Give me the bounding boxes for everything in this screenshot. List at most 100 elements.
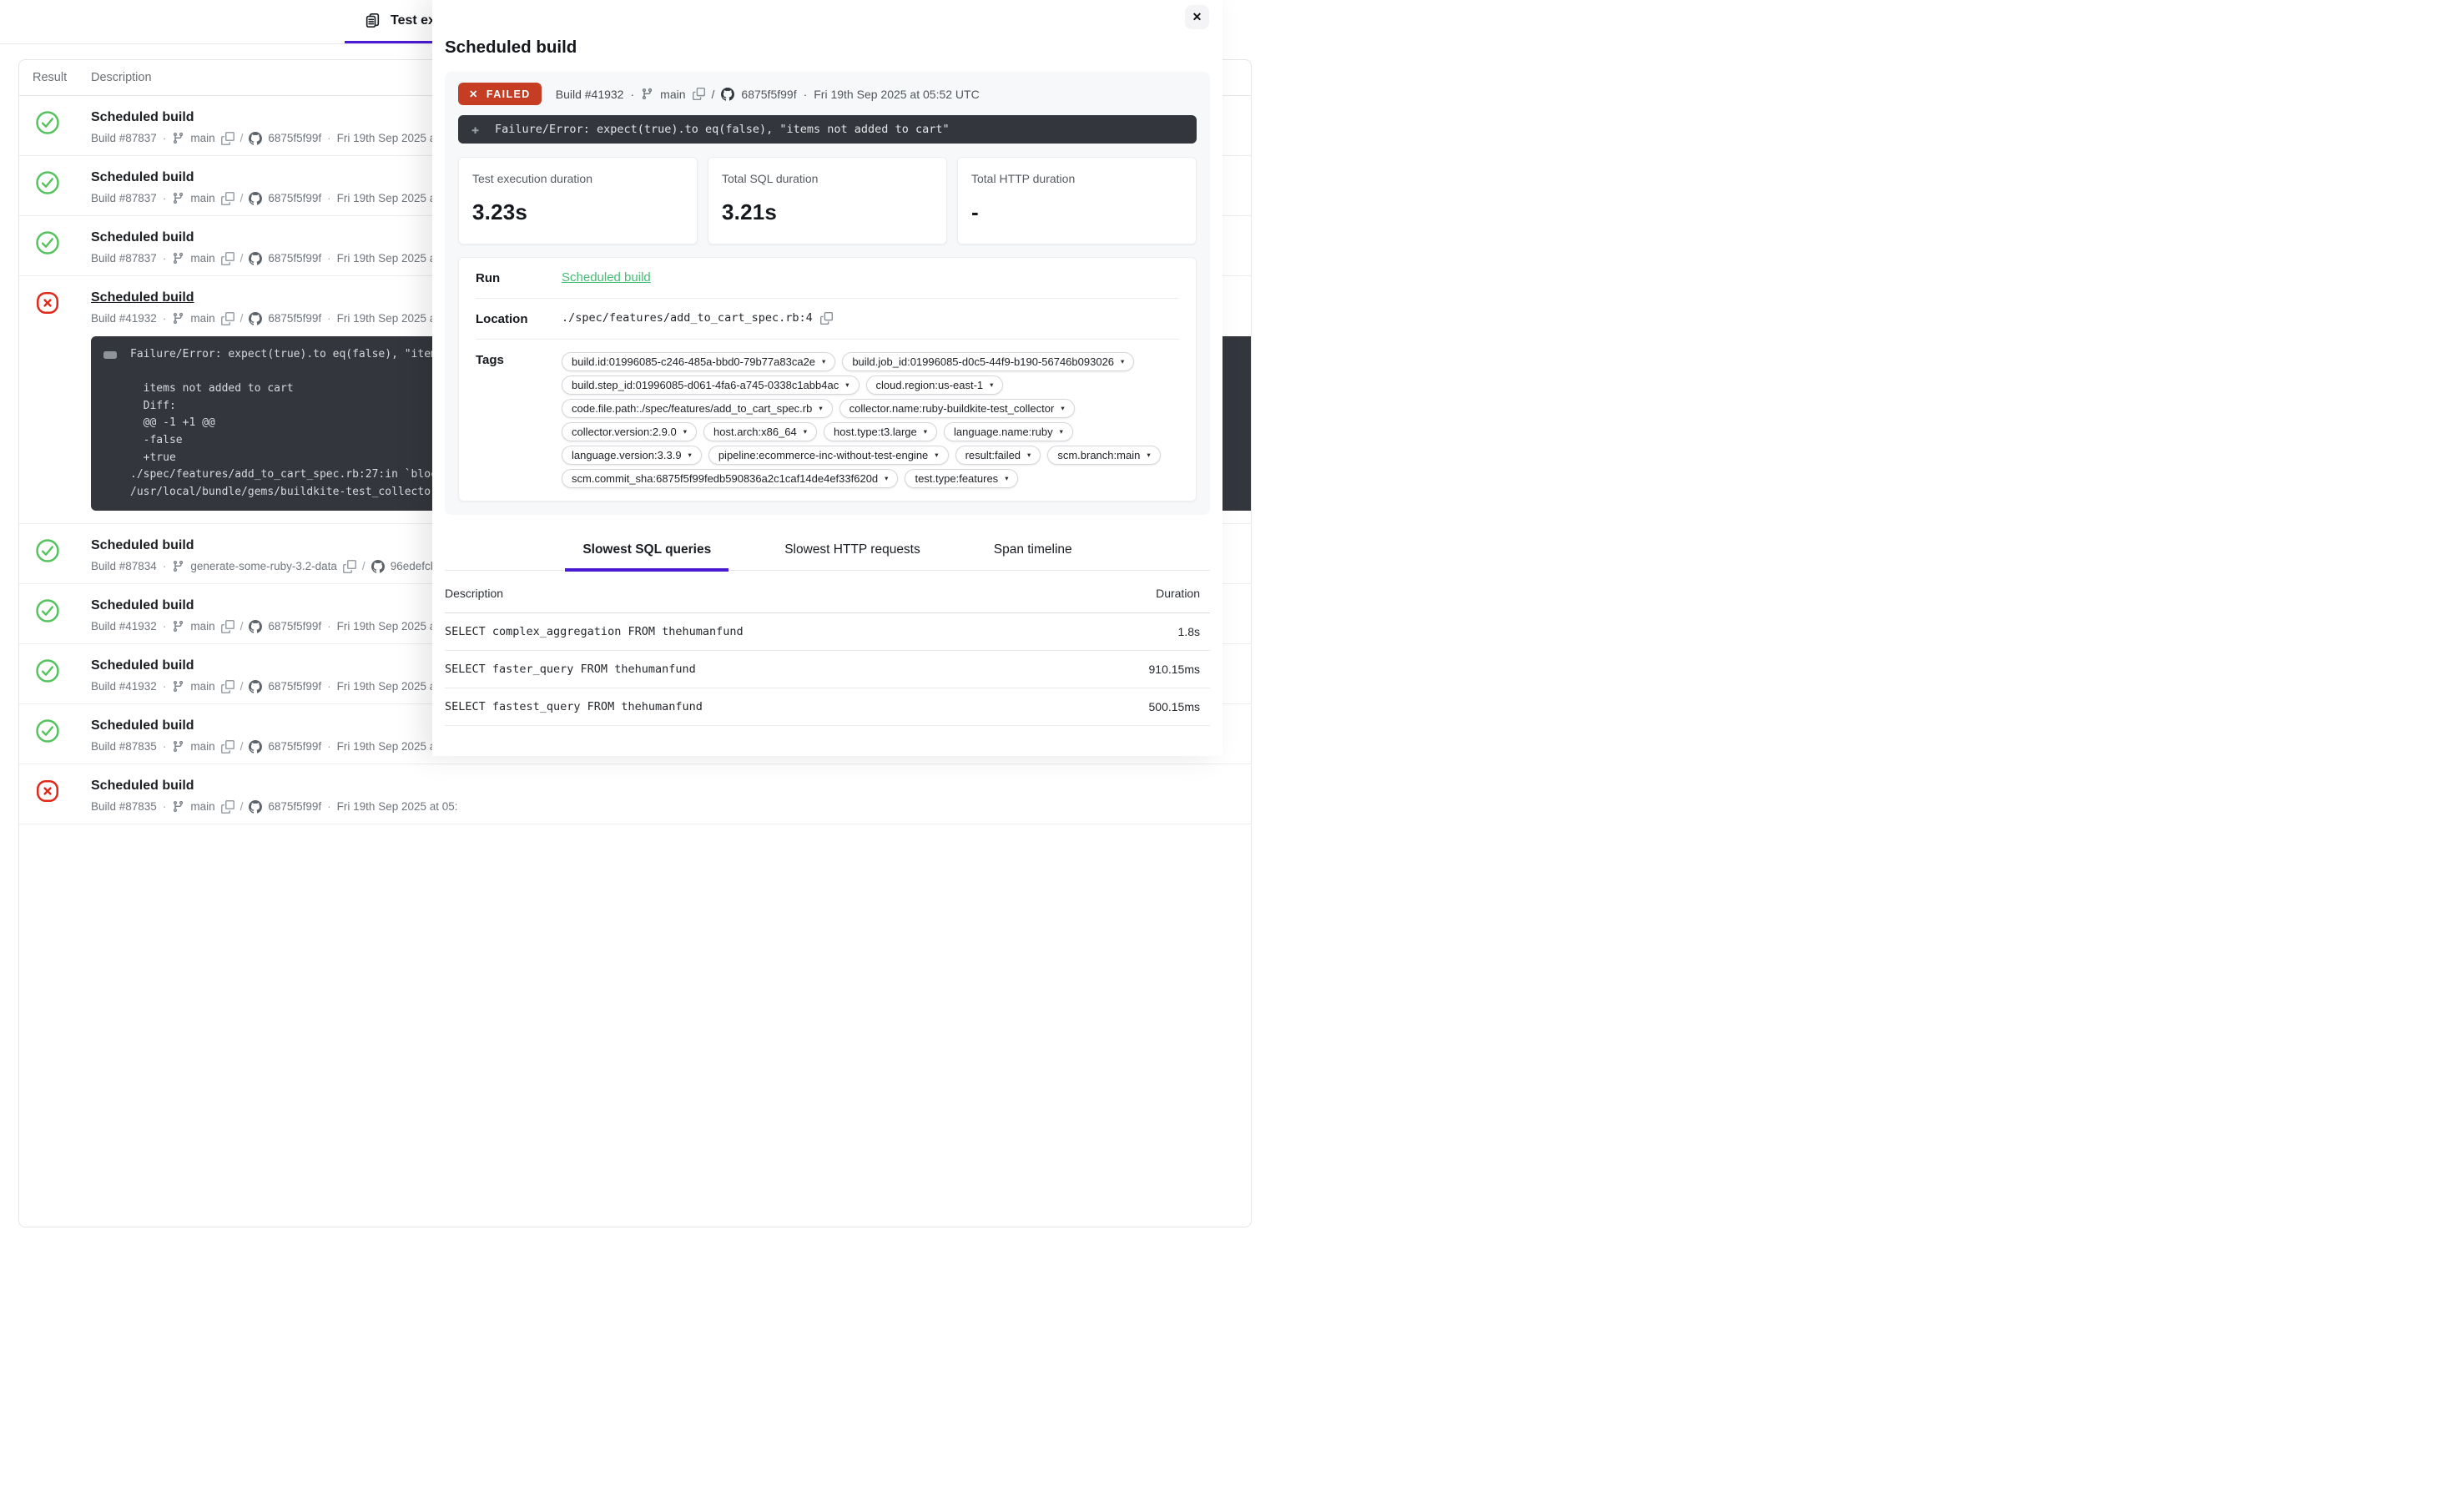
branch-name[interactable]: main — [190, 191, 214, 205]
commit-sha[interactable]: 6875f5f99f — [268, 131, 321, 145]
failed-icon — [35, 779, 60, 804]
copy-branch-icon[interactable] — [221, 252, 234, 265]
sql-query-row: SELECT fastest_query FROM thehumanfund 5… — [445, 688, 1210, 726]
panel-title: Scheduled build — [445, 0, 1210, 58]
build-date: Fri 19th Sep 2025 at 05: — [337, 799, 458, 814]
tag-pill[interactable]: code.file.path:./spec/features/add_to_ca… — [562, 399, 833, 418]
panel-tab[interactable]: Span timeline — [976, 532, 1090, 570]
commit-sha[interactable]: 6875f5f99f — [741, 88, 796, 101]
passed-icon — [35, 718, 60, 743]
tag-label: scm.branch:main — [1057, 449, 1140, 461]
build-meta: Build #41932 · main / 6875f5f99f · Fri 1… — [556, 88, 980, 101]
expand-icon[interactable]: ✚ — [471, 123, 479, 136]
tag-pill[interactable]: cloud.region:us-east-1 ▾ — [866, 375, 1004, 395]
separator-slash: / — [240, 679, 244, 693]
slowest-sql-table: Description Duration SELECT complex_aggr… — [445, 571, 1210, 726]
separator-dot: · — [630, 88, 634, 101]
commit-sha[interactable]: 6875f5f99f — [268, 619, 321, 633]
commit-sha[interactable]: 6875f5f99f — [268, 799, 321, 814]
tag-pill[interactable]: scm.commit_sha:6875f5f99fedb590836a2c1ca… — [562, 469, 898, 488]
copy-branch-icon[interactable] — [221, 680, 234, 693]
copy-branch-icon[interactable] — [221, 620, 234, 633]
tag-label: collector.version:2.9.0 — [572, 426, 677, 438]
chevron-down-icon: ▾ — [990, 381, 993, 390]
tag-pill[interactable]: build.job_id:01996085-d0c5-44f9-b190-567… — [842, 352, 1134, 371]
branch-icon — [172, 560, 184, 572]
branch-name[interactable]: main — [190, 799, 214, 814]
tag-pill[interactable]: host.type:t3.large ▾ — [824, 422, 937, 441]
branch-name[interactable]: generate-some-ruby-3.2-data — [190, 559, 337, 573]
tag-pill[interactable]: result:failed ▾ — [955, 446, 1041, 465]
copy-branch-icon[interactable] — [221, 312, 234, 325]
tag-pill[interactable]: collector.version:2.9.0 ▾ — [562, 422, 697, 441]
branch-name[interactable]: main — [190, 679, 214, 693]
commit-sha[interactable]: 6875f5f99f — [268, 191, 321, 205]
run-title[interactable]: Scheduled build — [91, 776, 1251, 795]
run-label: Run — [476, 270, 562, 285]
tag-pill[interactable]: language.name:ruby ▾ — [944, 422, 1073, 441]
separator-slash: / — [240, 251, 244, 265]
tag-pill[interactable]: host.arch:x86_64 ▾ — [703, 422, 817, 441]
test-execution-row[interactable]: Scheduled build Build #87835 · main / 68… — [19, 764, 1251, 824]
build-number: Build #41932 — [91, 619, 157, 633]
copy-branch-icon[interactable] — [221, 132, 234, 145]
separator-dot: · — [327, 739, 331, 753]
build-number: Build #87837 — [91, 191, 157, 205]
separator-dot: · — [327, 251, 331, 265]
separator-dot: · — [163, 559, 167, 573]
separator-dot: · — [804, 88, 808, 101]
sql-table-header: Description Duration — [445, 571, 1210, 613]
commit-sha[interactable]: 6875f5f99f — [268, 251, 321, 265]
tag-pill[interactable]: scm.branch:main ▾ — [1047, 446, 1160, 465]
chevron-down-icon: ▾ — [1147, 451, 1150, 460]
failure-message: Failure/Error: expect(true).to eq(false)… — [495, 123, 950, 136]
copy-location-icon[interactable] — [820, 312, 833, 325]
result-cell — [19, 226, 91, 265]
passed-icon — [35, 598, 60, 623]
tag-pill[interactable]: test.type:features ▾ — [905, 469, 1018, 488]
column-description: Description — [91, 71, 152, 84]
sql-query-duration: 1.8s — [1178, 625, 1200, 638]
separator-dot: · — [327, 191, 331, 205]
stat-label: Test execution duration — [472, 172, 683, 185]
copy-branch-icon[interactable] — [693, 88, 705, 100]
collapse-icon[interactable] — [103, 351, 117, 359]
stat-card: Test execution duration 3.23s — [458, 157, 698, 244]
commit-sha[interactable]: 6875f5f99f — [268, 311, 321, 325]
build-number: Build #41932 — [91, 679, 157, 693]
stats-row: Test execution duration 3.23s Total SQL … — [458, 157, 1197, 244]
copy-branch-icon[interactable] — [221, 800, 234, 814]
branch-name[interactable]: main — [190, 739, 214, 753]
chevron-down-icon: ▾ — [683, 427, 687, 436]
tag-pill[interactable]: collector.name:ruby-buildkite-test_colle… — [839, 399, 1075, 418]
copy-branch-icon[interactable] — [343, 560, 356, 573]
tag-pill[interactable]: language.version:3.3.9 ▾ — [562, 446, 702, 465]
result-cell — [19, 714, 91, 753]
branch-name[interactable]: main — [660, 88, 685, 101]
x-icon: ✕ — [469, 88, 479, 100]
panel-tab[interactable]: Slowest SQL queries — [565, 532, 728, 570]
chevron-down-icon: ▾ — [1005, 474, 1008, 483]
run-link[interactable]: Scheduled build — [562, 270, 651, 285]
build-number: Build #87835 — [91, 799, 157, 814]
tag-pill[interactable]: pipeline:ecommerce-inc-without-test-engi… — [708, 446, 949, 465]
run-meta: Build #87835 · main / 6875f5f99f · Fri 1… — [91, 799, 1251, 814]
tag-label: host.type:t3.large — [834, 426, 917, 438]
branch-icon — [172, 740, 184, 753]
separator-dot: · — [163, 131, 167, 145]
branch-name[interactable]: main — [190, 251, 214, 265]
commit-sha[interactable]: 6875f5f99f — [268, 679, 321, 693]
copy-branch-icon[interactable] — [221, 740, 234, 753]
copy-branch-icon[interactable] — [221, 192, 234, 205]
branch-name[interactable]: main — [190, 619, 214, 633]
panel-tab[interactable]: Slowest HTTP requests — [767, 532, 938, 570]
branch-name[interactable]: main — [190, 131, 214, 145]
stat-value: - — [971, 199, 1182, 225]
tag-pill[interactable]: build.step_id:01996085-d061-4fa6-a745-03… — [562, 375, 860, 395]
failure-message-bar[interactable]: ✚ Failure/Error: expect(true).to eq(fals… — [458, 115, 1197, 144]
branch-name[interactable]: main — [190, 311, 214, 325]
commit-sha[interactable]: 6875f5f99f — [268, 739, 321, 753]
result-cell — [19, 654, 91, 693]
close-panel-button[interactable]: ✕ — [1185, 5, 1209, 29]
tag-pill[interactable]: build.id:01996085-c246-485a-bbd0-79b77a8… — [562, 352, 835, 371]
